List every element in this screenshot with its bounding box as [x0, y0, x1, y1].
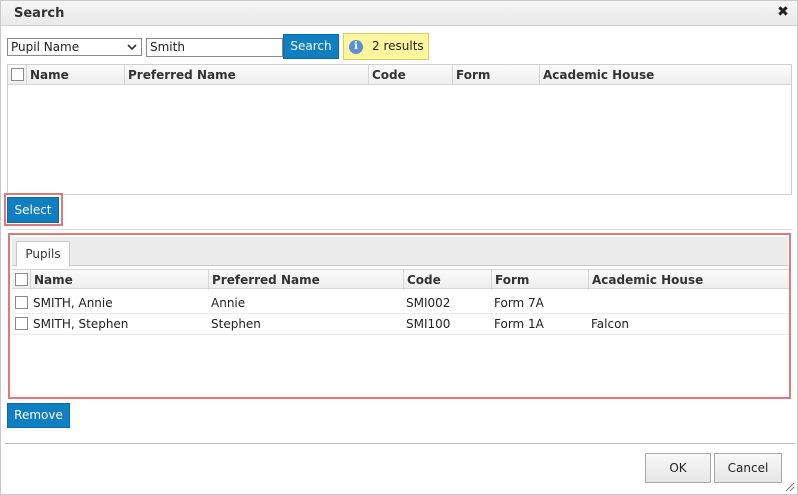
cell-academic-house: Falcon: [591, 317, 630, 331]
cell-preferred-name: Annie: [211, 296, 246, 310]
cell-form: Form 1A: [494, 317, 544, 331]
results-grid-header: Name Preferred Name Code Form Academic H…: [8, 65, 791, 85]
ok-button[interactable]: OK: [645, 453, 711, 483]
cell-code: SMI002: [406, 296, 451, 310]
search-input-value: Smith: [150, 40, 185, 54]
select-all-checkbox[interactable]: [15, 273, 28, 286]
search-dialog: Search ✖ Pupil Name Smith Search i 2 res…: [0, 0, 798, 495]
cell-code: SMI100: [406, 317, 451, 331]
select-all-checkbox[interactable]: [11, 68, 24, 81]
column-header-preferred-name[interactable]: Preferred Name: [124, 65, 368, 85]
results-count-text: 2 results: [372, 39, 424, 53]
select-button[interactable]: Select: [7, 197, 59, 223]
search-input[interactable]: Smith: [146, 38, 283, 57]
row-checkbox[interactable]: [15, 317, 28, 330]
row-checkbox[interactable]: [15, 296, 28, 309]
tab-bar: Pupils: [12, 237, 788, 267]
pupils-grid-header: Name Preferred Name Code Form Academic H…: [12, 269, 789, 290]
column-header-preferred-name[interactable]: Preferred Name: [208, 270, 403, 290]
cell-preferred-name: Stephen: [211, 317, 261, 331]
selected-pupils-grid: Name Preferred Name Code Form Academic H…: [12, 269, 789, 335]
table-row[interactable]: SMITH, Stephen Stephen SMI100 Form 1A Fa…: [12, 314, 789, 335]
info-icon: i: [349, 40, 363, 54]
dialog-titlebar[interactable]: Search ✖: [1, 1, 797, 26]
search-results-grid: Name Preferred Name Code Form Academic H…: [7, 64, 792, 195]
column-header-form[interactable]: Form: [452, 65, 539, 85]
close-icon[interactable]: ✖: [775, 4, 791, 20]
search-field-value: Pupil Name: [11, 40, 80, 54]
results-count-badge: i 2 results: [343, 33, 429, 60]
column-header-code[interactable]: Code: [368, 65, 452, 85]
dialog-title: Search: [14, 6, 65, 21]
tab-pupils[interactable]: Pupils: [16, 241, 70, 267]
resize-grip-icon[interactable]: [783, 480, 795, 492]
chevron-down-icon: [127, 44, 137, 51]
search-field-select[interactable]: Pupil Name: [7, 38, 142, 56]
remove-button[interactable]: Remove: [7, 403, 70, 428]
footer-divider: [5, 443, 795, 444]
cell-academic-house: [588, 293, 591, 314]
cell-name: SMITH, Annie: [33, 296, 113, 310]
cell-name: SMITH, Stephen: [33, 317, 129, 331]
column-header-form[interactable]: Form: [491, 270, 588, 290]
column-header-name[interactable]: Name: [30, 270, 208, 290]
cell-form: Form 7A: [494, 296, 544, 310]
table-row[interactable]: SMITH, Annie Annie SMI002 Form 7A: [12, 293, 789, 314]
cancel-button[interactable]: Cancel: [714, 453, 782, 483]
search-button[interactable]: Search: [283, 34, 339, 59]
column-header-academic-house[interactable]: Academic House: [539, 65, 791, 85]
column-header-name[interactable]: Name: [26, 65, 124, 85]
divider: [7, 229, 793, 230]
selected-pupils-panel: Pupils Name Preferred Name Code Form Aca…: [8, 233, 791, 399]
column-header-academic-house[interactable]: Academic House: [588, 270, 789, 290]
column-header-code[interactable]: Code: [403, 270, 491, 290]
